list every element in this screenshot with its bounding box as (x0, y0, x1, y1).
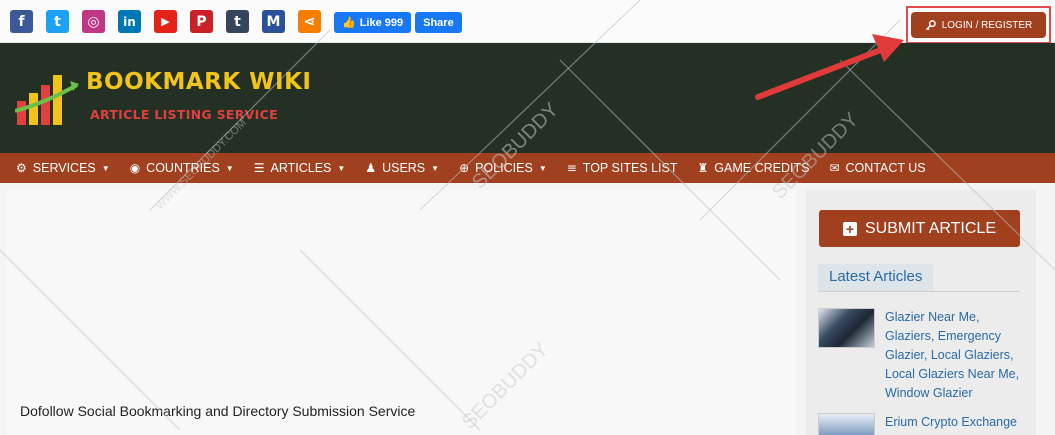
nav-item-countries[interactable]: ◉ COUNTRIES ▼ (130, 161, 234, 175)
list-item: Glazier Near Me, Glaziers, Emergency Gla… (818, 308, 1025, 403)
site-header: BOOKMARK WIKI ARTICLE LISTING SERVICE (0, 43, 1055, 153)
logo-chart-icon[interactable] (15, 73, 80, 125)
list-item: Erium Crypto Exchange (818, 413, 1025, 435)
nav-item-policies[interactable]: ⊕ POLICIES ▼ (459, 161, 547, 175)
caret-down-icon: ▼ (538, 163, 547, 173)
divider (818, 291, 1020, 292)
main-nav: ⚙ SERVICES ▼ ◉ COUNTRIES ▼ ☰ ARTICLES ▼ … (0, 153, 1055, 183)
twitter-icon[interactable]: t (46, 10, 69, 33)
latest-articles-heading: Latest Articles (818, 264, 934, 292)
fb-like-button[interactable]: 👍 Like 999 (334, 12, 412, 33)
article-thumbnail[interactable] (818, 308, 875, 348)
article-link[interactable]: Erium Crypto Exchange (885, 413, 1025, 435)
nav-item-articles[interactable]: ☰ ARTICLES ▼ (254, 161, 346, 175)
top-bar: f t ◎ in ▶ P t M ⋖ 👍 Like 999 Share LOGI… (0, 0, 1055, 44)
login-highlight-box: LOGIN / REGISTER (906, 6, 1051, 44)
nav-label: USERS (382, 161, 426, 175)
facebook-icon[interactable]: f (10, 10, 33, 33)
nav-label: GAME CREDITS (714, 161, 810, 175)
nav-item-top-sites[interactable]: ≡ TOP SITES LIST (567, 161, 678, 175)
caret-down-icon: ▼ (337, 163, 346, 173)
logo-title[interactable]: BOOKMARK WIKI (86, 69, 312, 95)
nav-label: POLICIES (475, 161, 533, 175)
caret-down-icon: ▼ (431, 163, 440, 173)
nav-item-services[interactable]: ⚙ SERVICES ▼ (16, 161, 110, 175)
envelope-icon: ✉ (829, 161, 840, 175)
fb-share-button[interactable]: Share (415, 12, 462, 33)
login-register-label: LOGIN / REGISTER (941, 19, 1033, 31)
nav-item-users[interactable]: ♟ USERS ▼ (365, 161, 439, 175)
chevron-down-icon: ▼ (225, 163, 234, 173)
youtube-icon[interactable]: ▶ (154, 10, 177, 33)
facebook-buttons: 👍 Like 999 Share (334, 12, 462, 33)
nav-label: ARTICLES (270, 161, 332, 175)
align-left-icon: ≡ (566, 161, 577, 175)
tumblr-icon[interactable]: t (226, 10, 249, 33)
nav-label: CONTACT US (845, 161, 926, 175)
login-register-button[interactable]: LOGIN / REGISTER (911, 12, 1046, 38)
logo-subtitle: ARTICLE LISTING SERVICE (90, 107, 278, 122)
list-icon: ☰ (253, 161, 265, 175)
share-icon[interactable]: ⋖ (298, 10, 321, 33)
key-icon (925, 19, 936, 30)
nav-label: SERVICES (32, 161, 96, 175)
crosshair-icon: ⊕ (459, 161, 470, 175)
nav-item-contact[interactable]: ✉ CONTACT US (829, 161, 925, 175)
main-content (6, 190, 796, 435)
article-link[interactable]: Glazier Near Me, Glaziers, Emergency Gla… (885, 308, 1025, 403)
plus-square-icon: + (843, 221, 857, 236)
social-icons: f t ◎ in ▶ P t M ⋖ (10, 10, 321, 33)
cogs-icon: ⚙ (16, 161, 27, 175)
globe-icon: ◉ (129, 161, 141, 175)
main-tagline: Dofollow Social Bookmarking and Director… (20, 403, 416, 419)
linkedin-icon[interactable]: in (118, 10, 141, 33)
pinterest-icon[interactable]: P (190, 10, 213, 33)
fb-share-label: Share (423, 16, 454, 29)
chevron-down-icon: ▼ (101, 163, 110, 173)
nav-item-game-credits[interactable]: ♜ GAME CREDITS (698, 161, 810, 175)
rook-icon: ♜ (697, 161, 709, 175)
submit-article-label: SUBMIT ARTICLE (865, 219, 996, 237)
instagram-icon[interactable]: ◎ (82, 10, 105, 33)
medium-icon[interactable]: M (262, 10, 285, 33)
nav-label: TOP SITES LIST (582, 161, 678, 175)
user-icon: ♟ (365, 161, 377, 175)
nav-label: COUNTRIES (146, 161, 220, 175)
thumbs-up-icon: 👍 (342, 17, 356, 29)
fb-like-label: Like 999 (359, 16, 404, 29)
submit-article-button[interactable]: + SUBMIT ARTICLE (819, 210, 1020, 247)
article-thumbnail[interactable] (818, 413, 875, 435)
